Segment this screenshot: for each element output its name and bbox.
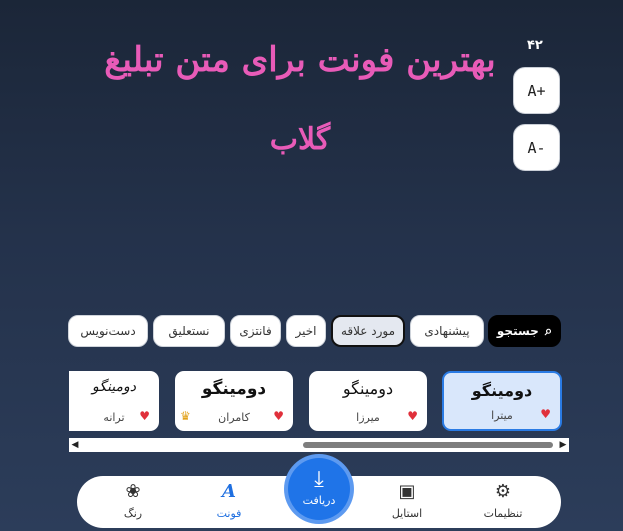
nav-item-settings[interactable]: ⚙ تنظیمات xyxy=(463,476,543,528)
font-card-kamran[interactable]: دومینگو کامران ♥ ♛ xyxy=(175,371,293,431)
heart-icon[interactable]: ♥ xyxy=(273,409,284,423)
font-sample: دومینگو xyxy=(471,381,533,400)
chip-nastaliq[interactable]: نستعلیق xyxy=(153,315,225,347)
gear-icon: ⚙ xyxy=(494,481,512,502)
chip-handwriting[interactable]: دست‌نویس xyxy=(68,315,148,347)
search-chip-label: جستجو xyxy=(496,324,539,338)
chip-recent[interactable]: اخیر xyxy=(286,315,326,347)
font-sample: دومینگو xyxy=(92,379,136,395)
preview-text[interactable]: بهترین فونت برای متن تبلیغ xyxy=(0,40,600,80)
chip-suggested[interactable]: پیشنهادی xyxy=(410,315,484,347)
download-icon: ⤓ xyxy=(314,467,324,492)
nav-item-label: تنظیمات xyxy=(483,507,523,520)
scrollbar-thumb[interactable] xyxy=(303,442,553,448)
nav-item-style[interactable]: ▣ استایل xyxy=(367,476,447,528)
download-button[interactable]: ⤓ دریافت xyxy=(288,458,350,520)
font-card-taraneh[interactable]: دومینگو ترانه ♥ xyxy=(69,371,159,431)
font-list: دومینگو میترا ♥ دومینگو میرزا ♥ دومینگو … xyxy=(0,371,623,431)
filter-chips: ⌕ جستجو پیشنهادی مورد علاقه اخیر فانتزی … xyxy=(68,315,561,347)
scroll-left-icon[interactable]: ◀ xyxy=(69,438,81,452)
font-sample: دومینگو xyxy=(342,379,394,398)
search-icon: ⌕ xyxy=(544,323,553,339)
heart-icon[interactable]: ♥ xyxy=(407,409,418,423)
font-sample: دومینگو xyxy=(201,379,267,399)
nav-item-label: فونت xyxy=(216,507,242,520)
nav-item-label: رنگ xyxy=(123,507,143,520)
font-card-mitra[interactable]: دومینگو میترا ♥ xyxy=(442,371,562,431)
font-icon: A xyxy=(222,481,236,502)
preview-font-name: گلاب xyxy=(269,122,331,157)
search-chip[interactable]: ⌕ جستجو xyxy=(488,315,561,347)
heart-icon[interactable]: ♥ xyxy=(540,407,551,421)
nav-item-color[interactable]: ❀ رنگ xyxy=(93,476,173,528)
font-list-scrollbar[interactable]: ◀ ▶ xyxy=(69,438,569,452)
heart-icon[interactable]: ♥ xyxy=(139,409,150,423)
chip-fantasy[interactable]: فانتزی xyxy=(230,315,281,347)
nav-item-font[interactable]: A فونت xyxy=(189,476,269,528)
nav-item-label: استایل xyxy=(391,507,423,520)
scroll-right-icon[interactable]: ▶ xyxy=(557,438,569,452)
download-label: دریافت xyxy=(302,494,336,507)
chip-favorites[interactable]: مورد علاقه xyxy=(331,315,405,347)
style-icon: ▣ xyxy=(398,481,416,502)
crown-icon: ♛ xyxy=(180,409,191,423)
palette-icon: ❀ xyxy=(125,481,141,502)
font-card-mirza[interactable]: دومینگو میرزا ♥ xyxy=(309,371,427,431)
